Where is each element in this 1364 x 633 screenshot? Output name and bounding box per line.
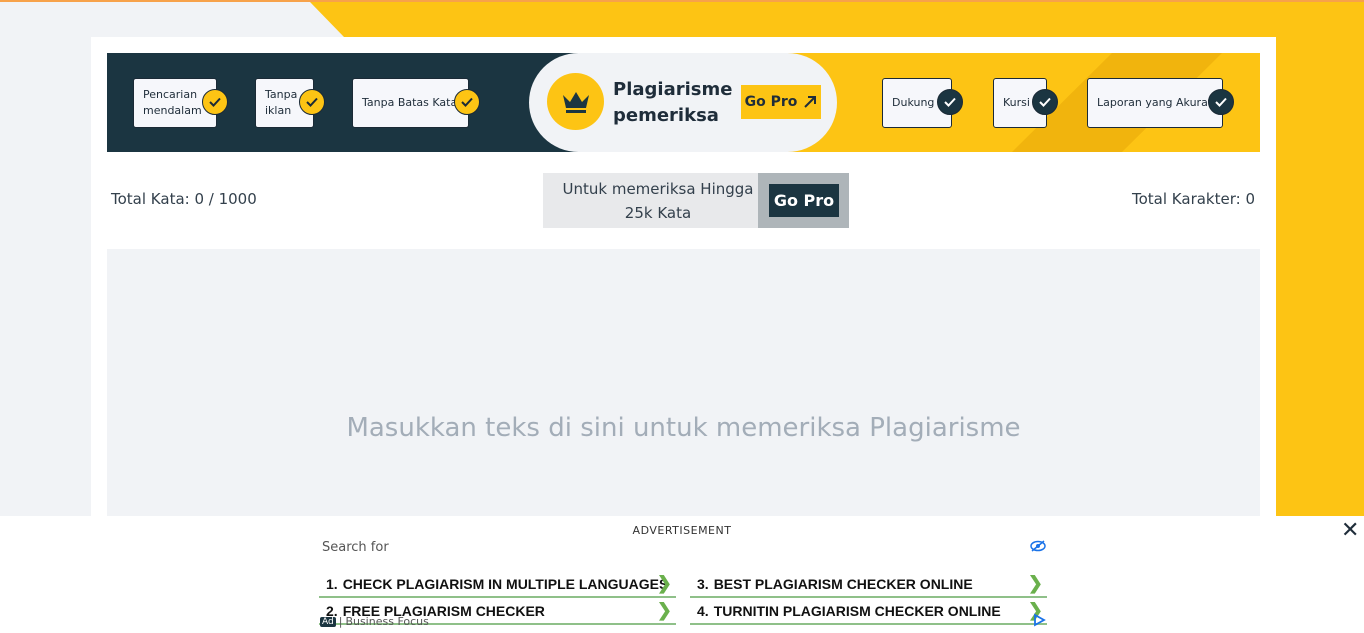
close-icon[interactable]: ✕ xyxy=(1341,518,1359,543)
total-characters: Total Karakter: 0 xyxy=(1132,190,1255,208)
search-for-label: Search for xyxy=(322,540,389,555)
advertisement-bar: ADVERTISEMENT ✕ Search for 1. CHECK PLAG… xyxy=(0,516,1364,633)
ad-sponsor[interactable]: Business Focus xyxy=(345,615,428,628)
feature-unlimited-words: Tanpa Batas Kata xyxy=(352,78,469,128)
feature-label: Pencarian mendalam xyxy=(143,88,202,117)
go-pro-button[interactable]: Go Pro xyxy=(769,184,839,217)
check-icon xyxy=(1208,89,1234,115)
ad-footer: Ad | Business Focus xyxy=(320,615,429,628)
feature-label: Dukung xyxy=(892,96,935,109)
feature-label: Kursi xyxy=(1003,96,1030,109)
ad-link-number: 3. xyxy=(697,576,709,592)
ad-separator: | xyxy=(338,615,343,628)
check-icon xyxy=(202,89,228,115)
ad-link-number: 4. xyxy=(697,603,709,619)
ad-link-text: TURNITIN PLAGIARISM CHECKER ONLINE xyxy=(713,603,1001,619)
ad-link-4[interactable]: 4. TURNITIN PLAGIARISM CHECKER ONLINE ❯ xyxy=(690,599,1047,625)
arrow-up-right-icon xyxy=(804,96,817,108)
feature-label: Tanpa Batas Kata xyxy=(362,96,458,109)
ad-link-number: 1. xyxy=(326,576,338,592)
check-icon xyxy=(299,89,325,115)
chevron-right-icon: ❯ xyxy=(656,600,672,620)
top-accent-line xyxy=(0,0,1364,2)
go-pro-label: Go Pro xyxy=(744,94,798,110)
feature-label: Tanpa iklan xyxy=(265,88,298,117)
crown-icon xyxy=(547,73,604,130)
feature-accurate-report: Laporan yang Akurat xyxy=(1087,78,1223,128)
banner-go-pro-button[interactable]: Go Pro xyxy=(741,85,821,119)
chevron-right-icon: ❯ xyxy=(656,573,672,593)
upgrade-promo: Untuk memeriksa Hingga 25k Kata Go Pro xyxy=(543,173,849,228)
ad-link-text: CHECK PLAGIARISM IN MULTIPLE LANGUAGES xyxy=(342,576,669,592)
brand-title: Plagiarisme pemeriksa xyxy=(613,79,733,126)
eye-slash-icon[interactable] xyxy=(1030,540,1046,552)
check-icon xyxy=(937,89,963,115)
promo-button-wrap: Go Pro xyxy=(758,173,849,228)
ad-content: Search for 1. CHECK PLAGIARISM IN MULTIP… xyxy=(318,540,1048,632)
pro-banner: Pencarian mendalam Tanpa iklan Tanpa Bat… xyxy=(107,53,1260,152)
promo-text: Untuk memeriksa Hingga 25k Kata xyxy=(562,180,754,222)
total-words: Total Kata: 0 / 1000 xyxy=(111,190,257,208)
ad-link-3[interactable]: 3. BEST PLAGIARISM CHECKER ONLINE ❯ xyxy=(690,572,1047,598)
ad-label: ADVERTISEMENT xyxy=(632,524,732,537)
feature-label: Laporan yang Akurat xyxy=(1097,96,1213,109)
adchoices-icon[interactable] xyxy=(1032,613,1046,627)
text-input-placeholder: Masukkan teks di sini untuk memeriksa Pl… xyxy=(346,413,1021,443)
ad-tag: Ad xyxy=(320,616,336,627)
check-icon xyxy=(454,89,480,115)
ad-link-text: BEST PLAGIARISM CHECKER ONLINE xyxy=(713,576,973,592)
chevron-right-icon: ❯ xyxy=(1027,573,1043,593)
check-icon xyxy=(1032,89,1058,115)
ad-link-1[interactable]: 1. CHECK PLAGIARISM IN MULTIPLE LANGUAGE… xyxy=(319,572,676,598)
